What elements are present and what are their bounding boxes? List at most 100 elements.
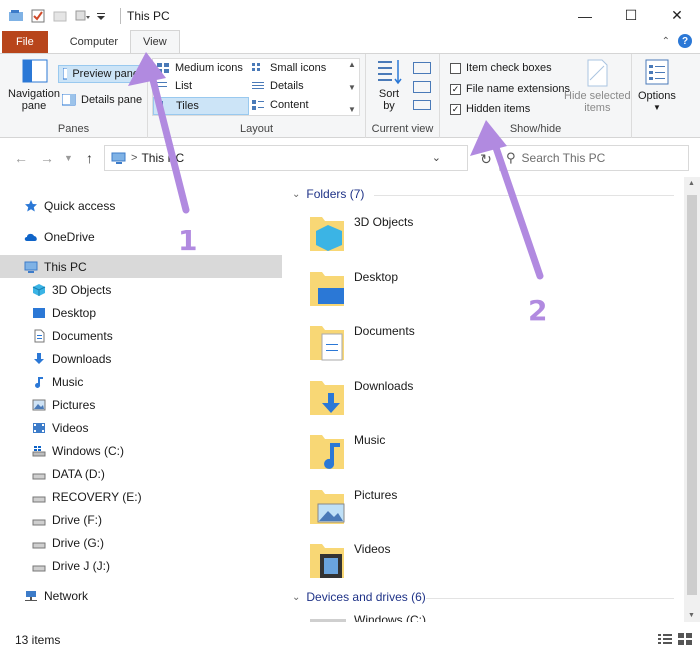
address-bar[interactable]: > This PC ⌄ <box>104 145 468 171</box>
tab-view[interactable]: View <box>130 30 180 53</box>
close-button[interactable]: ✕ <box>654 0 700 31</box>
folder-3d-objects[interactable]: 3D Objects <box>308 211 628 261</box>
minimize-icon: — <box>578 7 592 24</box>
hidden-items-option[interactable]: ✓ Hidden items <box>450 103 530 115</box>
sidebar-item-desktop[interactable]: Desktop <box>0 301 282 324</box>
sidebar-item-pictures[interactable]: Pictures <box>0 393 282 416</box>
folders-group-title: Folders (7) <box>306 187 365 201</box>
scroll-up-icon[interactable]: ▲ <box>688 180 695 187</box>
properties-icon[interactable] <box>30 8 46 24</box>
maximize-button[interactable]: ☐ <box>608 0 654 31</box>
collapse-ribbon-icon[interactable]: ⌃ <box>662 36 670 47</box>
small-icons-option[interactable]: Small icons <box>251 62 326 74</box>
sidebar-item-this-pc[interactable]: This PC <box>0 255 282 278</box>
vertical-scrollbar[interactable]: ▲ ▼ <box>684 177 700 622</box>
document-icon <box>34 329 45 342</box>
folder-pictures[interactable]: Pictures <box>308 484 628 534</box>
address-dropdown-icon[interactable]: ⌄ <box>432 151 441 164</box>
hide-selected-items-button[interactable]: Hide selected items <box>564 58 631 114</box>
devices-group-header[interactable]: ⌄ Devices and drives (6) <box>292 590 426 604</box>
breadcrumb-separator-icon: > <box>131 152 138 164</box>
devices-divider <box>426 598 674 599</box>
options-button[interactable]: Options ▼ <box>638 58 676 112</box>
refresh-button[interactable]: ↻ <box>476 149 496 169</box>
large-icons-view-icon[interactable] <box>678 633 692 648</box>
layout-scroll[interactable]: ▲ ▼ ▼ <box>346 60 358 114</box>
details-label: Details <box>270 80 304 92</box>
back-icon[interactable]: ← <box>14 150 28 166</box>
folder-music[interactable]: Music <box>308 429 628 479</box>
sidebar-item-quick-access[interactable]: Quick access <box>0 194 282 217</box>
content-option[interactable]: Content <box>251 99 309 111</box>
dropdown-icon[interactable] <box>96 8 112 24</box>
size-columns-icon[interactable] <box>413 100 431 110</box>
music-icon <box>35 376 43 388</box>
add-columns-icon[interactable] <box>413 81 431 93</box>
sort-by-button[interactable]: Sort by <box>374 58 404 112</box>
sidebar-item-network[interactable]: Network <box>0 584 282 607</box>
sidebar-item-data-d[interactable]: DATA (D:) <box>0 462 282 485</box>
quick-access-toolbar <box>0 8 112 24</box>
sidebar-item-3d-objects[interactable]: 3D Objects <box>0 278 282 301</box>
search-input[interactable]: Search This PC <box>522 151 606 165</box>
preview-pane-button[interactable]: Preview pane <box>58 65 140 83</box>
ribbon: Navigation pane Preview pane Details pan… <box>0 53 700 138</box>
search-box[interactable]: ⚲ Search This PC <box>499 145 689 171</box>
details-pane-button[interactable]: Details pane <box>62 94 142 106</box>
folder-desktop[interactable]: Desktop <box>308 266 628 316</box>
drive-windows-c[interactable]: Windows (C:) <box>308 611 628 622</box>
picture-icon <box>32 399 46 410</box>
expand-gallery-icon: ▼ <box>348 105 356 114</box>
tab-file[interactable]: File <box>2 31 48 53</box>
new-folder-icon[interactable] <box>52 8 68 24</box>
sidebar-item-label: Drive (G:) <box>52 535 104 550</box>
close-icon: ✕ <box>671 7 683 23</box>
tab-computer[interactable]: Computer <box>58 31 130 53</box>
sidebar-item-drive-g[interactable]: Drive (G:) <box>0 531 282 554</box>
folders-group-header[interactable]: ⌄ Folders (7) <box>292 187 364 201</box>
sidebar-item-documents[interactable]: Documents <box>0 324 282 347</box>
sidebar-item-videos[interactable]: Videos <box>0 416 282 439</box>
sidebar-item-onedrive[interactable]: OneDrive <box>0 225 282 248</box>
help-icon[interactable]: ? <box>678 34 692 48</box>
maximize-icon: ☐ <box>624 7 638 23</box>
folder-desktop-icon <box>310 272 344 306</box>
details-view-icon[interactable] <box>658 633 672 648</box>
navigation-pane-button[interactable]: Navigation pane <box>8 58 60 112</box>
network-icon <box>25 590 37 601</box>
tiles-option[interactable]: Tiles <box>153 97 249 115</box>
folder-downloads-icon <box>310 381 344 415</box>
scrollbar-thumb[interactable] <box>687 195 697 595</box>
folder-documents[interactable]: Documents <box>308 320 628 370</box>
scroll-down-icon[interactable]: ▼ <box>688 612 695 619</box>
navigation-pane-icon <box>22 59 48 83</box>
folder-videos[interactable]: Videos <box>308 538 628 588</box>
search-icon: ⚲ <box>506 150 516 165</box>
sidebar-item-recovery-e[interactable]: RECOVERY (E:) <box>0 485 282 508</box>
item-check-boxes-option[interactable]: Item check boxes <box>450 62 552 74</box>
recent-locations-icon[interactable]: ▼ <box>64 153 73 163</box>
customize-toolbar-icon[interactable] <box>74 8 90 24</box>
file-name-extensions-option[interactable]: ✓ File name extensions <box>450 83 570 95</box>
panes-group: Navigation pane Preview pane Details pan… <box>0 54 148 138</box>
details-option[interactable]: Details <box>251 80 304 92</box>
sidebar-item-windows-c[interactable]: Windows (C:) <box>0 439 282 462</box>
navigation-bar: ← → ▼ ↑ > This PC ⌄ ↻ ⚲ Search This PC <box>0 139 700 177</box>
sidebar-item-label: Desktop <box>52 305 97 320</box>
folder-downloads[interactable]: Downloads <box>308 375 628 425</box>
sidebar-item-downloads[interactable]: Downloads <box>0 347 282 370</box>
minimize-button[interactable]: — <box>562 0 608 31</box>
hidden-items-checkbox[interactable]: ✓ <box>450 103 461 115</box>
sidebar-item-label: Drive J (J:) <box>52 558 110 573</box>
sidebar-item-music[interactable]: Music <box>0 370 282 393</box>
file-name-extensions-checkbox[interactable]: ✓ <box>450 83 461 95</box>
forward-icon[interactable]: → <box>40 150 54 166</box>
sidebar-item-drive-j[interactable]: Drive J (J:) <box>0 554 282 577</box>
address-path[interactable]: This PC <box>141 151 184 165</box>
group-by-icon[interactable] <box>413 62 431 74</box>
medium-icons-option[interactable]: Medium icons <box>156 62 243 74</box>
up-icon[interactable]: ↑ <box>86 150 93 166</box>
list-option[interactable]: List <box>156 80 192 92</box>
item-check-boxes-checkbox[interactable] <box>450 62 461 74</box>
sidebar-item-drive-f[interactable]: Drive (F:) <box>0 508 282 531</box>
